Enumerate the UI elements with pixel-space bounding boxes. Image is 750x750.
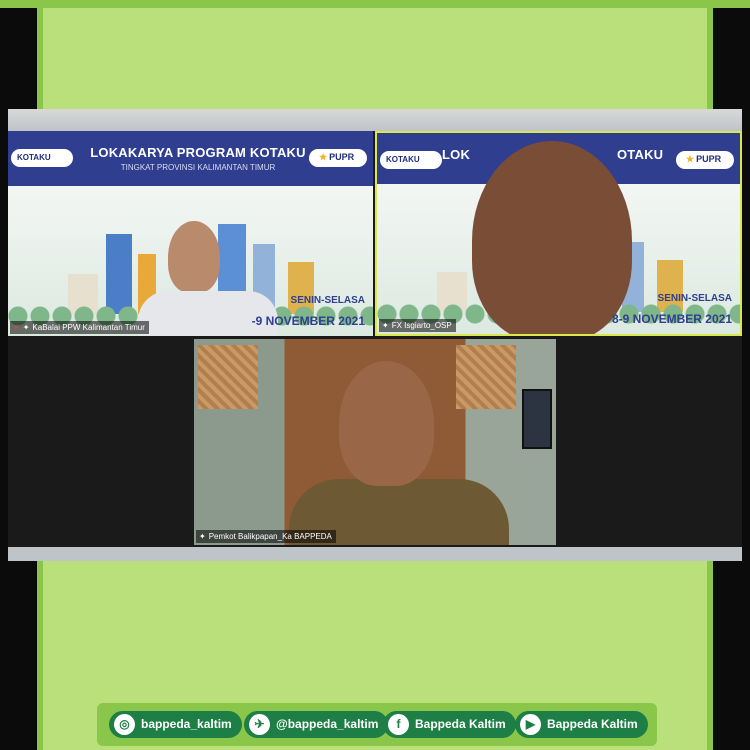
- kotaku-logo: KOTAKU: [11, 149, 73, 167]
- event-banner: KOTAKU LOKAKARYA PROGRAM KOTAKU TINGKAT …: [8, 131, 373, 186]
- pupr-logo: ★ PUPR: [676, 151, 734, 169]
- participant-video-head: [472, 141, 632, 334]
- event-day: SENIN-SELASA: [657, 293, 732, 304]
- top-strip: [0, 0, 750, 8]
- pin-icon: ✦: [22, 323, 30, 332]
- participant-name-tag: ✦ Pemkot Balikpapan_Ka BAPPEDA: [196, 530, 336, 543]
- instagram-icon: ◎: [114, 714, 135, 735]
- facebook-link[interactable]: f Bappeda Kaltim: [383, 711, 516, 738]
- banner-subtitle: TINGKAT PROVINSI KALIMANTAN TIMUR: [120, 163, 276, 172]
- pupr-star-icon: ★: [319, 152, 328, 162]
- video-tile-fx-isgiarto[interactable]: KOTAKU LOK OTAKU ★ PUPR SENIN-SELASA 8-9 …: [375, 131, 742, 336]
- video-tile-kabalai[interactable]: KOTAKU LOKAKARYA PROGRAM KOTAKU TINGKAT …: [8, 131, 373, 336]
- event-date: 8-9 NOVEMBER 2021: [611, 312, 732, 326]
- participant-name-tag: ✦ FX Isgiarto_OSP: [379, 319, 456, 332]
- meeting-top-bar: [8, 109, 742, 131]
- monitor: [522, 389, 552, 449]
- banner-title-right: OTAKU: [617, 147, 664, 162]
- participant-video-head: [168, 221, 220, 293]
- wall-panel: [456, 345, 516, 409]
- event-date: -9 NOVEMBER 2021: [251, 314, 365, 328]
- video-tile-pemkot-balikpapan[interactable]: ✦ Pemkot Balikpapan_Ka BAPPEDA: [194, 339, 556, 545]
- facebook-icon: f: [388, 714, 409, 735]
- pupr-star-icon: ★: [686, 154, 695, 164]
- kotaku-logo: KOTAKU: [380, 151, 442, 169]
- youtube-icon: ▶: [520, 714, 541, 735]
- pupr-logo: ★ PUPR: [309, 149, 367, 167]
- wall-panel: [198, 345, 258, 409]
- participant-video-head: [339, 361, 434, 486]
- instagram-link[interactable]: ◎ bappeda_kaltim: [109, 711, 242, 738]
- banner-title-left: LOK: [442, 147, 471, 162]
- participant-name-tag: ✕ ✦ KaBalai PPW Kalimantan Timur: [10, 321, 149, 334]
- pin-icon: ✦: [199, 532, 206, 541]
- social-media-bar: ◎ bappeda_kaltim ✈ @bappeda_kaltim f Bapped…: [97, 703, 657, 746]
- twitter-icon: ✈: [249, 714, 270, 735]
- banner-title: LOKAKARYA PROGRAM KOTAKU: [90, 145, 306, 160]
- event-day: SENIN-SELASA: [290, 295, 365, 306]
- twitter-link[interactable]: ✈ @bappeda_kaltim: [244, 711, 389, 738]
- video-meeting-window: KOTAKU LOKAKARYA PROGRAM KOTAKU TINGKAT …: [8, 109, 742, 561]
- pin-icon: ✦: [382, 321, 389, 330]
- mic-muted-icon: ✕: [13, 323, 20, 332]
- meeting-bottom-bar: [8, 547, 742, 561]
- youtube-link[interactable]: ▶ Bappeda Kaltim: [515, 711, 648, 738]
